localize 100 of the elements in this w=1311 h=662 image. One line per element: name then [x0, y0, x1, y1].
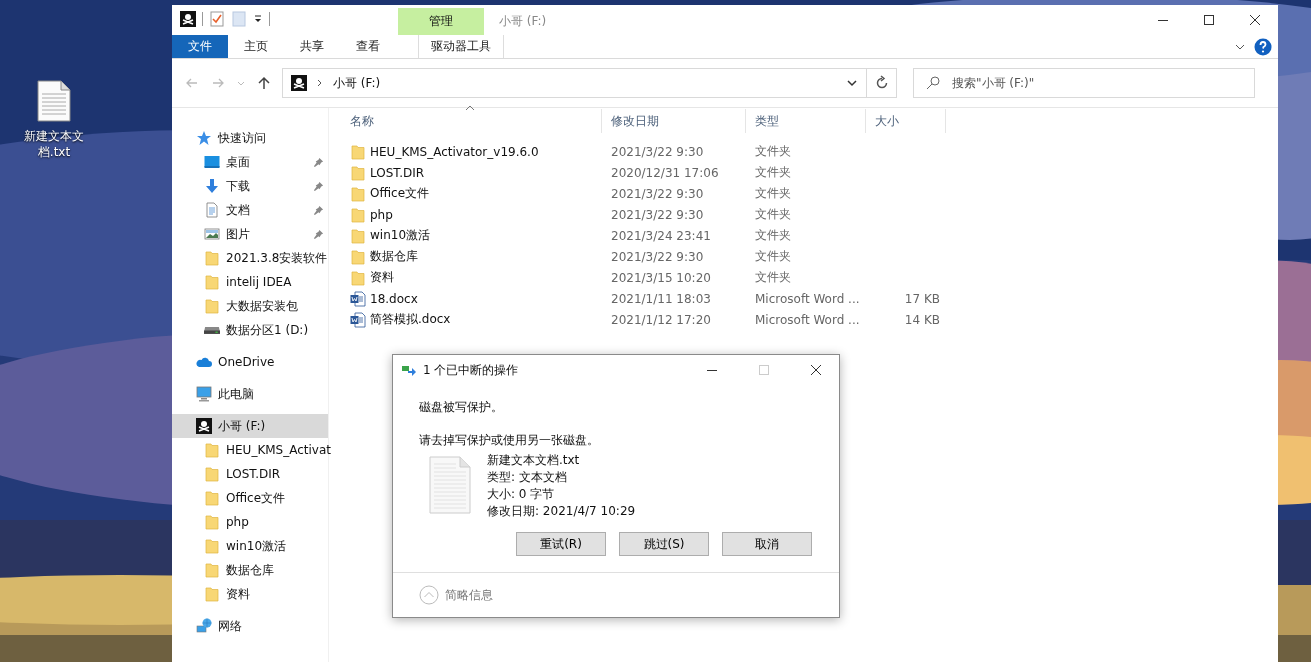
dialog-button[interactable]: 重试(R) [516, 532, 606, 556]
file-name[interactable]: Office文件 [370, 185, 430, 202]
ribbon-tab[interactable]: 文件 [172, 35, 228, 58]
nav-item[interactable]: win10激活 [172, 534, 328, 558]
pin-icon[interactable] [313, 156, 324, 168]
fewer-details-link[interactable]: 简略信息 [445, 586, 493, 604]
dialog-title: 1 个已中断的操作 [423, 361, 519, 379]
column-header[interactable]: 类型 [746, 109, 866, 133]
file-type: 文件夹 [754, 206, 792, 223]
nav-item[interactable]: 此电脑 [172, 382, 328, 406]
file-detail: 修改日期: 2021/4/7 10:29 [487, 503, 636, 520]
file-type: Microsoft Word ... [754, 312, 861, 327]
folder-icon [204, 442, 220, 458]
pin-icon[interactable] [313, 204, 324, 216]
column-header[interactable]: 大小 [866, 109, 946, 133]
document-icon [204, 202, 220, 218]
file-size: 14 KB [903, 312, 941, 327]
minimize-icon[interactable] [707, 369, 717, 371]
up-arrow-icon[interactable] [256, 75, 272, 91]
nav-item[interactable]: 小哥 (F:) [172, 414, 328, 438]
folder-icon [350, 185, 366, 202]
hard-drive-icon [204, 326, 220, 334]
folder-icon [350, 164, 366, 181]
error-message: 磁盘被写保护。 [419, 399, 504, 415]
pin-icon[interactable] [313, 180, 324, 192]
text-file-icon[interactable] [37, 80, 71, 122]
pin-icon[interactable] [313, 228, 324, 240]
file-type: 文件夹 [754, 143, 792, 160]
ribbon-tab[interactable]: 查看 [340, 35, 396, 58]
folder-icon [350, 143, 366, 160]
file-name[interactable]: 简答模拟.docx [370, 311, 451, 328]
address-path[interactable]: 小哥 (F:) [333, 74, 381, 92]
file-name[interactable]: php [370, 207, 393, 222]
nav-item[interactable]: LOST.DIR [172, 462, 328, 486]
minimize-icon[interactable] [1158, 19, 1168, 21]
nav-item[interactable]: 2021.3.8安装软件 [172, 246, 328, 270]
nav-item[interactable]: 数据分区1 (D:) [172, 318, 328, 342]
folder-icon [204, 298, 220, 314]
desktop-file-label[interactable]: 新建文本文档.txt [19, 128, 89, 160]
file-type: 文件夹 [754, 227, 792, 244]
maximize-icon [759, 365, 769, 375]
folder-icon [204, 274, 220, 290]
close-icon[interactable] [1250, 15, 1260, 25]
nav-item[interactable]: Office文件 [172, 486, 328, 510]
customize-dropdown-icon[interactable] [253, 14, 263, 24]
nav-item[interactable]: 文档 [172, 198, 328, 222]
file-name[interactable]: LOST.DIR [370, 165, 425, 180]
file-detail: 类型: 文本文档 [487, 469, 568, 486]
file-name[interactable]: win10激活 [370, 227, 431, 244]
file-name[interactable]: 数据仓库 [370, 248, 418, 265]
folder-icon [204, 538, 220, 554]
help-icon[interactable] [1254, 37, 1272, 56]
nav-item[interactable]: 数据仓库 [172, 558, 328, 582]
column-header[interactable]: 名称 [341, 109, 602, 133]
modified-date: 2021/3/22 9:30 [610, 207, 705, 222]
folder-icon [350, 248, 366, 265]
ribbon-tab[interactable]: 共享 [284, 35, 340, 58]
nav-item[interactable]: 资料 [172, 582, 328, 606]
nav-item[interactable]: OneDrive [172, 350, 328, 374]
address-bar[interactable]: 小哥 (F:) [282, 68, 867, 98]
word-document-icon [350, 311, 366, 328]
properties-icon[interactable] [209, 11, 225, 27]
dialog-button[interactable]: 取消 [722, 532, 812, 556]
computer-icon [196, 386, 212, 402]
close-icon[interactable] [811, 365, 821, 375]
address-dropdown-icon[interactable] [846, 77, 858, 89]
search-field[interactable]: 搜索"小哥 (F:)" [913, 68, 1255, 98]
modified-date: 2021/3/22 9:30 [610, 249, 705, 264]
maximize-icon[interactable] [1204, 15, 1214, 25]
file-name[interactable]: 资料 [370, 269, 394, 286]
dialog-button[interactable]: 跳过(S) [619, 532, 709, 556]
modified-date: 2021/3/22 9:30 [610, 144, 705, 159]
nav-item[interactable]: intelij IDEA [172, 270, 328, 294]
folder-icon [204, 586, 220, 602]
file-name[interactable]: HEU_KMS_Activator_v19.6.0 [370, 144, 539, 159]
refresh-button[interactable] [867, 68, 897, 98]
sort-caret-icon [465, 105, 475, 111]
ribbon-tab[interactable]: 驱动器工具 [418, 35, 504, 58]
file-type: 文件夹 [754, 269, 792, 286]
instruction-text: 请去掉写保护或使用另一张磁盘。 [419, 432, 600, 448]
modified-date: 2021/1/12 17:20 [610, 312, 712, 327]
nav-item[interactable]: 大数据安装包 [172, 294, 328, 318]
window-title: 小哥 (F:) [499, 13, 547, 30]
folder-icon [204, 250, 220, 266]
nav-item[interactable]: php [172, 510, 328, 534]
ribbon-tab[interactable]: 主页 [228, 35, 284, 58]
star-icon [196, 130, 212, 146]
nav-item[interactable]: 图片 [172, 222, 328, 246]
folder-icon [204, 514, 220, 530]
search-icon [925, 75, 941, 91]
nav-item[interactable]: 桌面 [172, 150, 328, 174]
file-name[interactable]: 18.docx [370, 291, 418, 306]
nav-item[interactable]: 快速访问 [172, 126, 328, 150]
text-file-icon [429, 456, 471, 514]
file-type: 文件夹 [754, 164, 792, 181]
column-header[interactable]: 修改日期 [602, 109, 746, 133]
nav-item[interactable]: 下载 [172, 174, 328, 198]
download-arrow-icon [204, 178, 220, 194]
nav-item[interactable]: 网络 [172, 614, 328, 638]
modified-date: 2021/3/22 9:30 [610, 186, 705, 201]
